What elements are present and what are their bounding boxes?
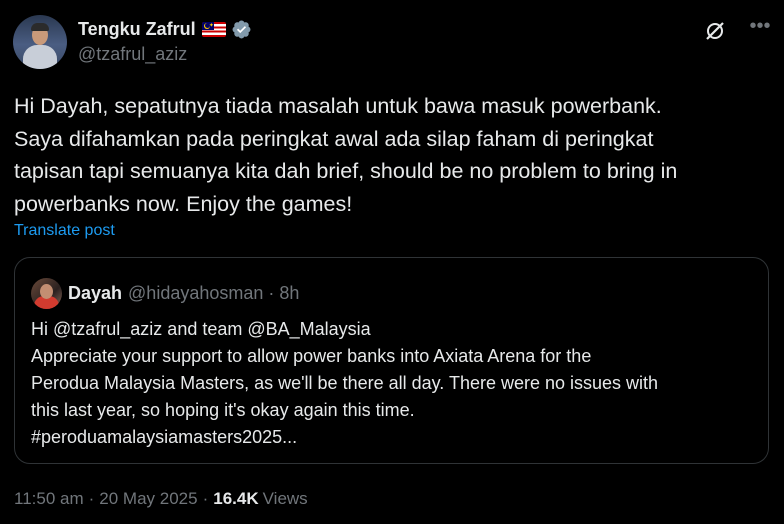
quoted-line: this last year, so hoping it's okay agai… xyxy=(31,400,415,420)
quoted-line: Hi @tzafrul_aziz and team @BA_Malaysia xyxy=(31,319,371,339)
views-count: 16.4K xyxy=(213,489,259,508)
quoted-author-handle-time: @hidayahosman · 8h xyxy=(128,282,300,303)
grok-icon[interactable] xyxy=(703,19,727,43)
author-name-row: Tengku Zafrul ✦ xyxy=(78,18,252,40)
meta-separator: · xyxy=(88,489,95,508)
quoted-line: Appreciate your support to allow power b… xyxy=(31,346,592,366)
post-line: Hi Dayah, sepatutnya tiada masalah untuk… xyxy=(14,94,662,118)
post-line: powerbanks now. Enjoy the games! xyxy=(14,191,353,216)
quoted-post-body: Hi @tzafrul_aziz and team @BA_Malaysia A… xyxy=(31,316,761,451)
quoted-line: Perodua Malaysia Masters, as we'll be th… xyxy=(31,373,659,393)
malaysia-flag-icon: ✦ xyxy=(201,21,226,37)
meta-separator: · xyxy=(202,489,209,508)
quoted-post-header: Dayah @hidayahosman · 8h xyxy=(31,277,300,309)
author-names: Tengku Zafrul ✦ @tzafrul_aziz xyxy=(78,18,252,65)
views-label: Views xyxy=(262,489,308,508)
quoted-post[interactable]: Dayah @hidayahosman · 8h Hi @tzafrul_azi… xyxy=(14,257,769,464)
quoted-author-avatar xyxy=(31,277,62,309)
post-line: Saya difahamkan pada peringkat awal ada … xyxy=(14,126,654,151)
quoted-author-name: Dayah xyxy=(68,282,123,303)
author-avatar[interactable] xyxy=(13,15,67,69)
top-actions: ••• xyxy=(703,16,771,43)
post-line: tapisan tapi semuanya kita dah brief, sh… xyxy=(14,159,678,183)
verified-badge-icon[interactable] xyxy=(231,19,252,40)
post-header: Tengku Zafrul ✦ @tzafrul_aziz ••• xyxy=(13,15,771,71)
post-metadata: 11:50 am · 20 May 2025 · 16.4K Views xyxy=(14,489,308,509)
more-options-icon[interactable]: ••• xyxy=(749,16,771,42)
post-time[interactable]: 11:50 am xyxy=(14,489,84,509)
translate-post-link[interactable]: Translate post xyxy=(14,222,115,240)
author-handle[interactable]: @tzafrul_aziz xyxy=(78,44,252,65)
quoted-line: #peroduamalaysiamasters2025... xyxy=(31,427,298,447)
post-body: Hi Dayah, sepatutnya tiada masalah untuk… xyxy=(14,90,774,220)
post-date[interactable]: 20 May 2025 xyxy=(99,489,197,509)
author-display-name[interactable]: Tengku Zafrul xyxy=(78,19,196,40)
